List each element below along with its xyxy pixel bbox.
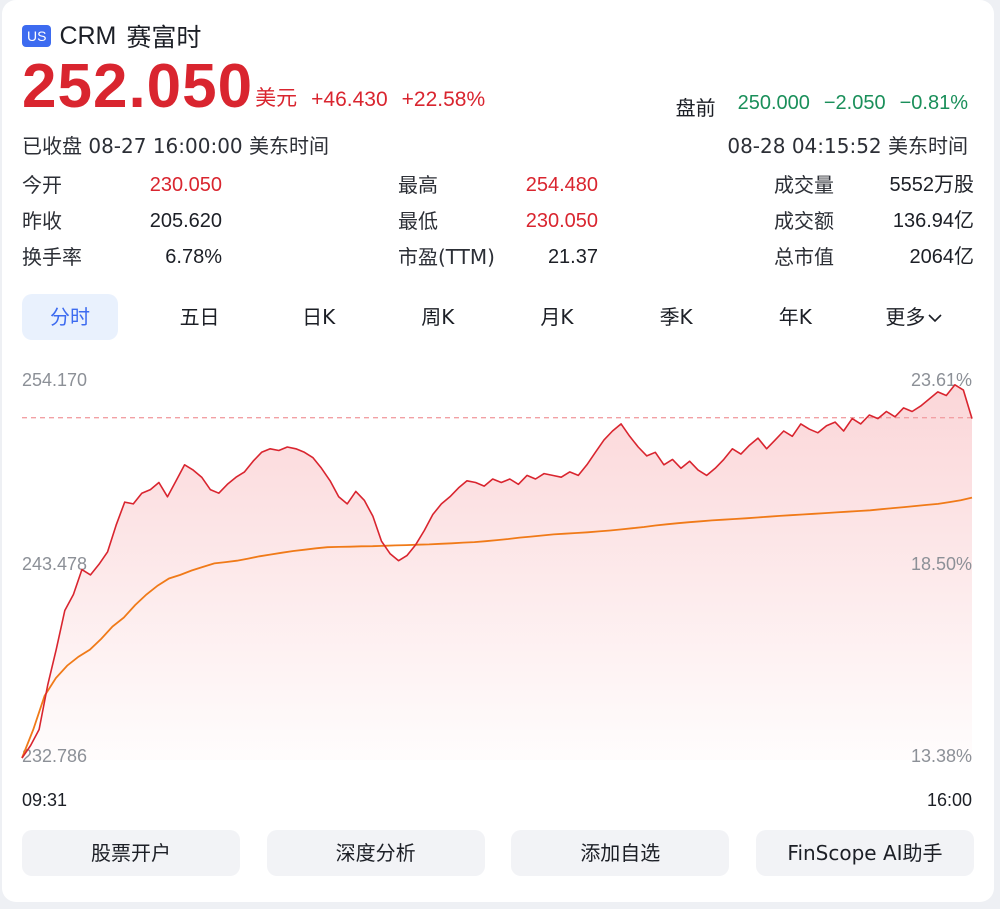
- stat-label: 成交量: [774, 173, 834, 197]
- open-account-button[interactable]: 股票开户: [22, 830, 240, 876]
- stat-low: 最低 230.050: [398, 208, 598, 244]
- stat-prev-close: 昨收 205.620: [22, 208, 222, 244]
- stat-value: 21.37: [547, 246, 598, 268]
- y-tick-right-top: 23.61%: [911, 370, 972, 390]
- stat-label: 成交额: [774, 209, 834, 233]
- stat-label: 最高: [398, 173, 438, 197]
- stats-column-2: 最高 254.480 最低 230.050 市盈(TTM) 21.37: [398, 172, 598, 280]
- price-change: +46.430: [311, 88, 388, 111]
- stat-label: 换手率: [22, 245, 82, 269]
- stat-high: 最高 254.480: [398, 172, 598, 208]
- y-tick-left-top: 254.170: [22, 370, 87, 390]
- stat-value: 136.94亿: [892, 210, 974, 232]
- y-tick-left-bottom: 232.786: [22, 746, 87, 766]
- stat-turnover: 换手率 6.78%: [22, 244, 222, 280]
- stat-value: 254.480: [525, 174, 598, 196]
- chevron-down-icon: [928, 314, 942, 323]
- last-price: 252.050: [22, 52, 254, 121]
- tab-more[interactable]: 更多: [855, 294, 974, 340]
- stats-column-3: 成交量 5552万股 成交额 136.94亿 总市值 2064亿: [774, 172, 974, 280]
- price-change-pct: +22.58%: [401, 88, 486, 111]
- stat-market-cap: 总市值 2064亿: [774, 244, 974, 280]
- intraday-chart[interactable]: 254.170 243.478 232.786 23.61% 18.50% 13…: [2, 340, 994, 820]
- action-bar: 股票开户 深度分析 添加自选 FinScope AI助手: [22, 830, 974, 876]
- tab-daily-k[interactable]: 日K: [259, 294, 378, 340]
- finscope-ai-button[interactable]: FinScope AI助手: [755, 830, 974, 876]
- add-watchlist-button[interactable]: 添加自选: [511, 830, 730, 876]
- stat-value: 6.78%: [165, 246, 222, 268]
- stat-label: 昨收: [22, 209, 62, 233]
- stat-value: 5552万股: [889, 174, 975, 196]
- company-name: 赛富时: [126, 23, 202, 52]
- stat-open: 今开 230.050: [22, 172, 222, 208]
- stat-volume: 成交量 5552万股: [774, 172, 974, 208]
- stat-value: 2064亿: [909, 246, 975, 268]
- period-tabs: 分时 五日 日K 周K 月K 季K 年K 更多: [22, 294, 974, 340]
- x-tick-start: 09:31: [22, 790, 67, 810]
- stat-label: 市盈(TTM): [398, 245, 495, 269]
- stat-label: 总市值: [774, 245, 834, 269]
- tab-monthly-k[interactable]: 月K: [497, 294, 616, 340]
- stat-value: 230.050: [149, 174, 222, 196]
- tab-more-label: 更多: [885, 305, 926, 329]
- stat-value: 205.620: [149, 210, 222, 232]
- premarket-price: 250.000: [737, 92, 810, 114]
- market-badge: US: [22, 25, 52, 47]
- stat-amount: 成交额 136.94亿: [774, 208, 974, 244]
- premarket-change: −2.050: [823, 92, 886, 114]
- tab-weekly-k[interactable]: 周K: [378, 294, 497, 340]
- tab-quarterly-k[interactable]: 季K: [617, 294, 736, 340]
- x-tick-end: 16:00: [927, 790, 972, 810]
- stats-column-1: 今开 230.050 昨收 205.620 换手率 6.78%: [22, 172, 222, 280]
- premarket-label: 盘前: [675, 98, 716, 120]
- y-tick-right-mid: 18.50%: [911, 554, 972, 574]
- premarket-quote: 盘前 250.000 −2.050 −0.81%: [676, 92, 968, 121]
- close-status: 已收盘 08-27 16:00:00 美东时间: [22, 134, 330, 158]
- tab-five-day[interactable]: 五日: [140, 294, 259, 340]
- y-tick-right-bottom: 13.38%: [911, 746, 972, 766]
- ticker-symbol: CRM: [59, 21, 117, 50]
- tab-yearly-k[interactable]: 年K: [736, 294, 855, 340]
- stat-label: 今开: [22, 173, 62, 197]
- stat-label: 最低: [398, 209, 438, 233]
- price-area-fill: [22, 384, 972, 760]
- deep-analysis-button[interactable]: 深度分析: [266, 830, 485, 876]
- quote-header: US CRM 赛富时: [22, 18, 201, 54]
- y-tick-left-mid: 243.478: [22, 554, 87, 574]
- premarket-change-pct: −0.81%: [899, 92, 968, 114]
- stat-pe: 市盈(TTM) 21.37: [398, 244, 598, 280]
- stat-value: 230.050: [525, 210, 598, 232]
- currency-label: 美元: [255, 86, 298, 110]
- tab-intraday[interactable]: 分时: [22, 294, 118, 340]
- quote-card: US CRM 赛富时 252.050 美元 +46.430 +22.58% 盘前…: [2, 0, 994, 902]
- premarket-time: 08-28 04:15:52 美东时间: [727, 134, 968, 158]
- price-row: 252.050 美元 +46.430 +22.58%: [22, 52, 485, 122]
